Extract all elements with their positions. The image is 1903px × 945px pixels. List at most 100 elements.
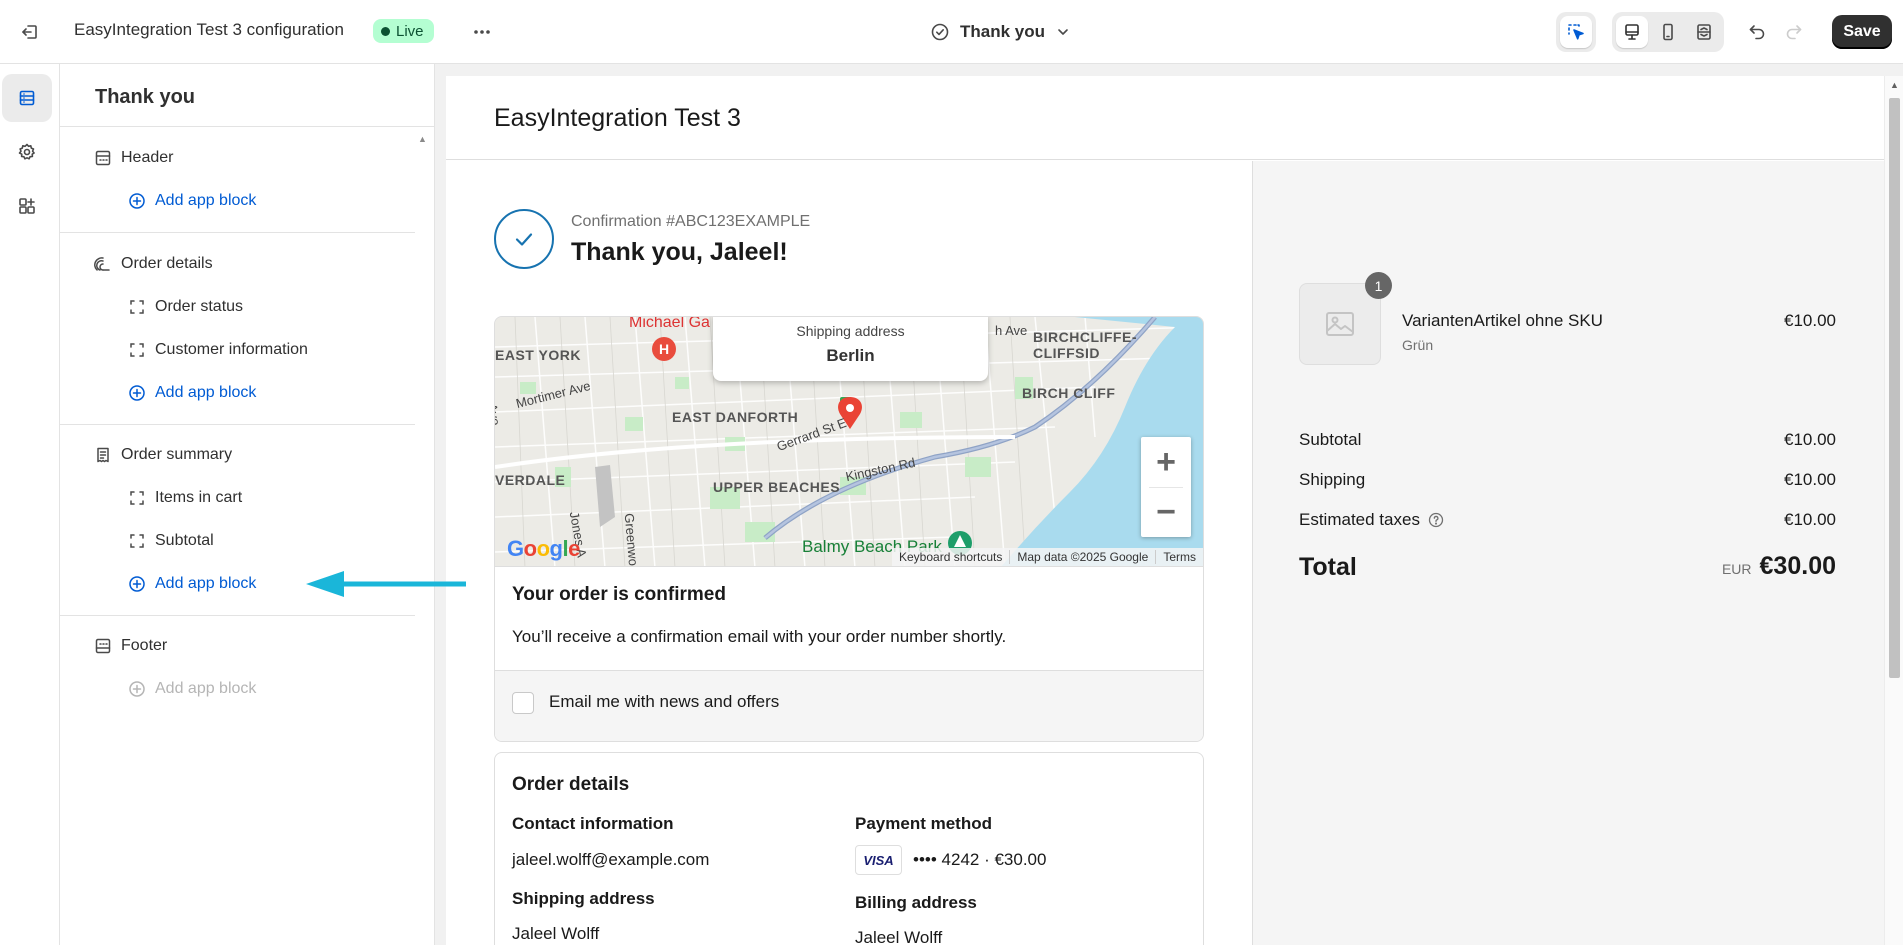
inspector-toggle-group [1556, 12, 1596, 52]
header-layout-icon [95, 150, 111, 166]
checkout-preview: EasyIntegration Test 3 Confirmation #ABC… [446, 76, 1884, 945]
undo-button[interactable] [1741, 16, 1773, 48]
callout-city: Berlin [826, 346, 875, 365]
page-selector[interactable]: Thank you [930, 18, 1071, 46]
zoom-divider [1149, 487, 1183, 488]
keyboard-shortcuts-link[interactable]: Keyboard shortcuts [892, 550, 1009, 564]
total-label: Total [1299, 553, 1357, 581]
plus-circle-icon [129, 193, 145, 209]
shipping-map[interactable]: H Michael Ga EAST YORK h Ave BIRCHCLIFFE… [494, 316, 1204, 567]
map-label: BIRCHCLIFFE-CLIFFSID [1033, 329, 1137, 361]
block-label: Customer information [155, 341, 308, 358]
block-subtotal[interactable]: Subtotal [128, 526, 214, 556]
block-items-in-cart[interactable]: Items in cart [128, 483, 242, 513]
undo-icon [1749, 25, 1765, 40]
help-circle-icon[interactable] [1428, 512, 1444, 528]
newsletter-label[interactable]: Email me with news and offers [549, 692, 779, 712]
newsletter-row[interactable]: Email me with news and offers [495, 670, 1203, 741]
subtotal-label-text: Subtotal [1299, 430, 1362, 449]
section-divider [60, 232, 415, 233]
product-price: €10.00 [1784, 311, 1836, 330]
fullwidth-view-button[interactable] [1688, 16, 1720, 48]
mobile-view-button[interactable] [1652, 16, 1684, 48]
section-header[interactable]: Header [94, 143, 173, 173]
total-currency: EUR [1721, 561, 1752, 577]
block-frame-icon [130, 300, 144, 314]
fullwidth-icon [1697, 24, 1711, 40]
rail-settings-button[interactable] [2, 128, 52, 176]
inspector-button[interactable] [1560, 16, 1592, 48]
desktop-view-button[interactable] [1616, 16, 1648, 48]
zoom-in-button[interactable]: + [1141, 437, 1191, 487]
section-header-label: Header [121, 149, 174, 166]
shop-name: EasyIntegration Test 3 [494, 104, 741, 132]
shipping-label-text: Shipping [1299, 470, 1366, 489]
preview-scrollbar[interactable]: ▲ [1884, 76, 1903, 945]
block-label: Items in cart [155, 489, 243, 506]
newsletter-checkbox[interactable] [512, 692, 534, 714]
scroll-up-arrow-icon[interactable]: ▲ [418, 134, 427, 144]
plus-circle-icon [129, 681, 145, 697]
billing-address-heading: Billing address [855, 893, 977, 912]
desktop-icon [1625, 24, 1639, 40]
check-circle-icon [931, 23, 949, 41]
shipping-name: Jaleel Wolff [512, 924, 600, 943]
hospital-marker-icon: H [652, 337, 676, 361]
settings-icon [18, 143, 35, 160]
theme-title: EasyIntegration Test 3 configuration [74, 20, 344, 39]
page-selector-label: Thank you [960, 22, 1046, 41]
add-app-block-label: Add app block [155, 575, 257, 592]
order-confirmed-text: You’ll receive a confirmation email with… [512, 627, 1007, 646]
rail-apps-button[interactable] [2, 182, 52, 230]
map-label: h Ave [995, 323, 1028, 338]
section-order-details-label: Order details [121, 255, 213, 272]
add-app-block-order-summary[interactable]: Add app block [128, 569, 256, 599]
chevron-down-icon [1058, 29, 1068, 35]
map-label: EAST YORK [495, 347, 581, 363]
map-data-text: Map data ©2025 Google [1009, 550, 1155, 564]
section-order-summary[interactable]: Order summary [94, 440, 232, 470]
section-order-details[interactable]: Order details [94, 249, 213, 279]
product-variant: Grün [1402, 337, 1434, 353]
scroll-up-arrow-icon[interactable]: ▲ [1890, 80, 1899, 90]
scrollbar-thumb[interactable] [1889, 98, 1900, 678]
shipping-value: €10.00 [1784, 470, 1836, 489]
taxes-label: Estimated taxes [1299, 510, 1444, 530]
quantity-badge: 1 [1365, 272, 1392, 299]
taxes-label-text: Estimated taxes [1299, 510, 1420, 529]
add-app-block-label: Add app block [155, 384, 257, 401]
section-footer[interactable]: Footer [94, 631, 167, 661]
map-zoom-controls: + − [1141, 437, 1191, 537]
add-app-block-order-details[interactable]: Add app block [128, 378, 256, 408]
save-button[interactable]: Save [1832, 15, 1892, 49]
block-order-status[interactable]: Order status [128, 292, 243, 322]
add-app-block-label: Add app block [155, 680, 257, 697]
section-order-summary-label: Order summary [121, 446, 233, 463]
exit-button[interactable] [14, 16, 46, 48]
receipt-icon [97, 447, 109, 463]
add-app-block-header[interactable]: Add app block [128, 186, 256, 216]
redo-button[interactable] [1778, 16, 1810, 48]
inspector-icon [1568, 24, 1584, 40]
confirmation-check-icon [494, 209, 554, 269]
shipping-address-callout: Shipping address Berlin [713, 317, 988, 381]
top-bar: EasyIntegration Test 3 configuration Liv… [0, 0, 1903, 64]
terms-link[interactable]: Terms [1155, 550, 1203, 564]
zoom-out-button[interactable]: − [1141, 487, 1191, 537]
section-divider [60, 424, 415, 425]
contact-heading: Contact information [512, 814, 674, 833]
sections-sidebar: Thank you ▲ Header Add app block Order d… [60, 64, 435, 945]
payment-details: •••• 4242 · €30.00 [913, 850, 1047, 869]
block-frame-icon [130, 343, 144, 357]
sidebar-divider [60, 126, 435, 127]
block-label: Order status [155, 298, 244, 315]
add-app-block-footer[interactable]: Add app block [128, 674, 256, 704]
visa-card-icon: VISA [855, 845, 902, 875]
rail-sections-button[interactable] [2, 74, 52, 122]
more-actions-button[interactable] [466, 16, 498, 48]
block-customer-information[interactable]: Customer information [128, 335, 308, 365]
callout-label: Shipping address [796, 323, 905, 339]
map-label: BIRCH CLIFF [1022, 385, 1116, 401]
subtotal-value: €10.00 [1784, 430, 1836, 449]
product-name: VariantenArtikel ohne SKU [1402, 311, 1603, 330]
